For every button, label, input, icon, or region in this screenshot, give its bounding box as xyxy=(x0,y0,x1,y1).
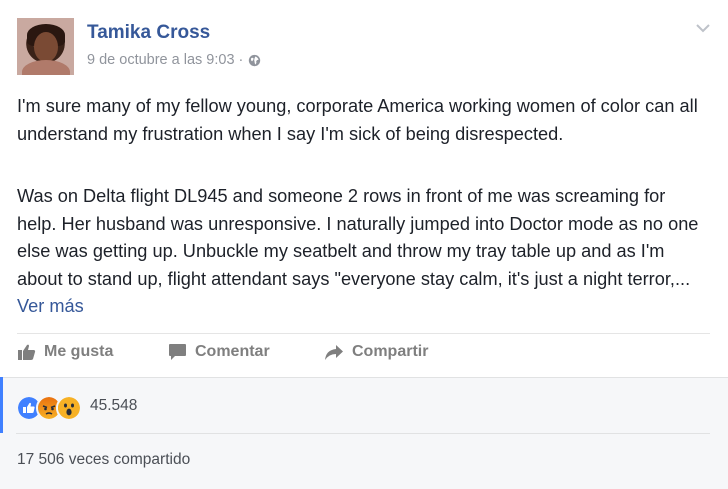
author-name[interactable]: Tamika Cross xyxy=(87,22,210,44)
wow-reaction-icon xyxy=(56,395,82,421)
social-divider xyxy=(16,433,710,434)
thumbs-up-icon xyxy=(18,344,36,360)
post-paragraph-1: I'm sure many of my fellow young, corpor… xyxy=(17,96,698,144)
comment-button[interactable]: Comentar xyxy=(168,343,270,361)
like-button[interactable]: Me gusta xyxy=(17,343,113,361)
post-timestamp[interactable]: 9 de octubre a las 9:03 xyxy=(87,52,235,68)
reaction-icons[interactable] xyxy=(16,395,82,421)
like-label: Me gusta xyxy=(44,343,114,360)
chevron-down-icon[interactable] xyxy=(695,22,711,34)
author-avatar[interactable] xyxy=(17,18,74,75)
see-more-link[interactable]: Ver más xyxy=(17,296,84,316)
actions-divider xyxy=(17,333,710,334)
share-arrow-icon xyxy=(325,345,343,360)
post-card: Tamika Cross 9 de octubre a las 9:03 · I… xyxy=(0,0,728,489)
globe-icon[interactable] xyxy=(248,54,261,67)
focus-accent-bar xyxy=(0,377,3,433)
avatar-shoulder xyxy=(22,60,70,75)
post-meta: 9 de octubre a las 9:03 · xyxy=(87,52,261,68)
avatar-face xyxy=(34,32,58,62)
comment-icon xyxy=(169,344,186,360)
meta-separator: · xyxy=(238,52,244,68)
reaction-count[interactable]: 45.548 xyxy=(90,397,137,415)
post-paragraph-2-text: Was on Delta flight DL945 and someone 2 … xyxy=(17,186,699,289)
share-label: Compartir xyxy=(352,343,429,360)
post-paragraph-2: Was on Delta flight DL945 and someone 2 … xyxy=(17,183,707,321)
post-actions: Me gusta Comentar Compartir xyxy=(17,343,710,371)
share-button[interactable]: Compartir xyxy=(324,343,428,361)
share-count[interactable]: 17 506 veces compartido xyxy=(17,451,190,469)
comment-label: Comentar xyxy=(195,343,270,360)
